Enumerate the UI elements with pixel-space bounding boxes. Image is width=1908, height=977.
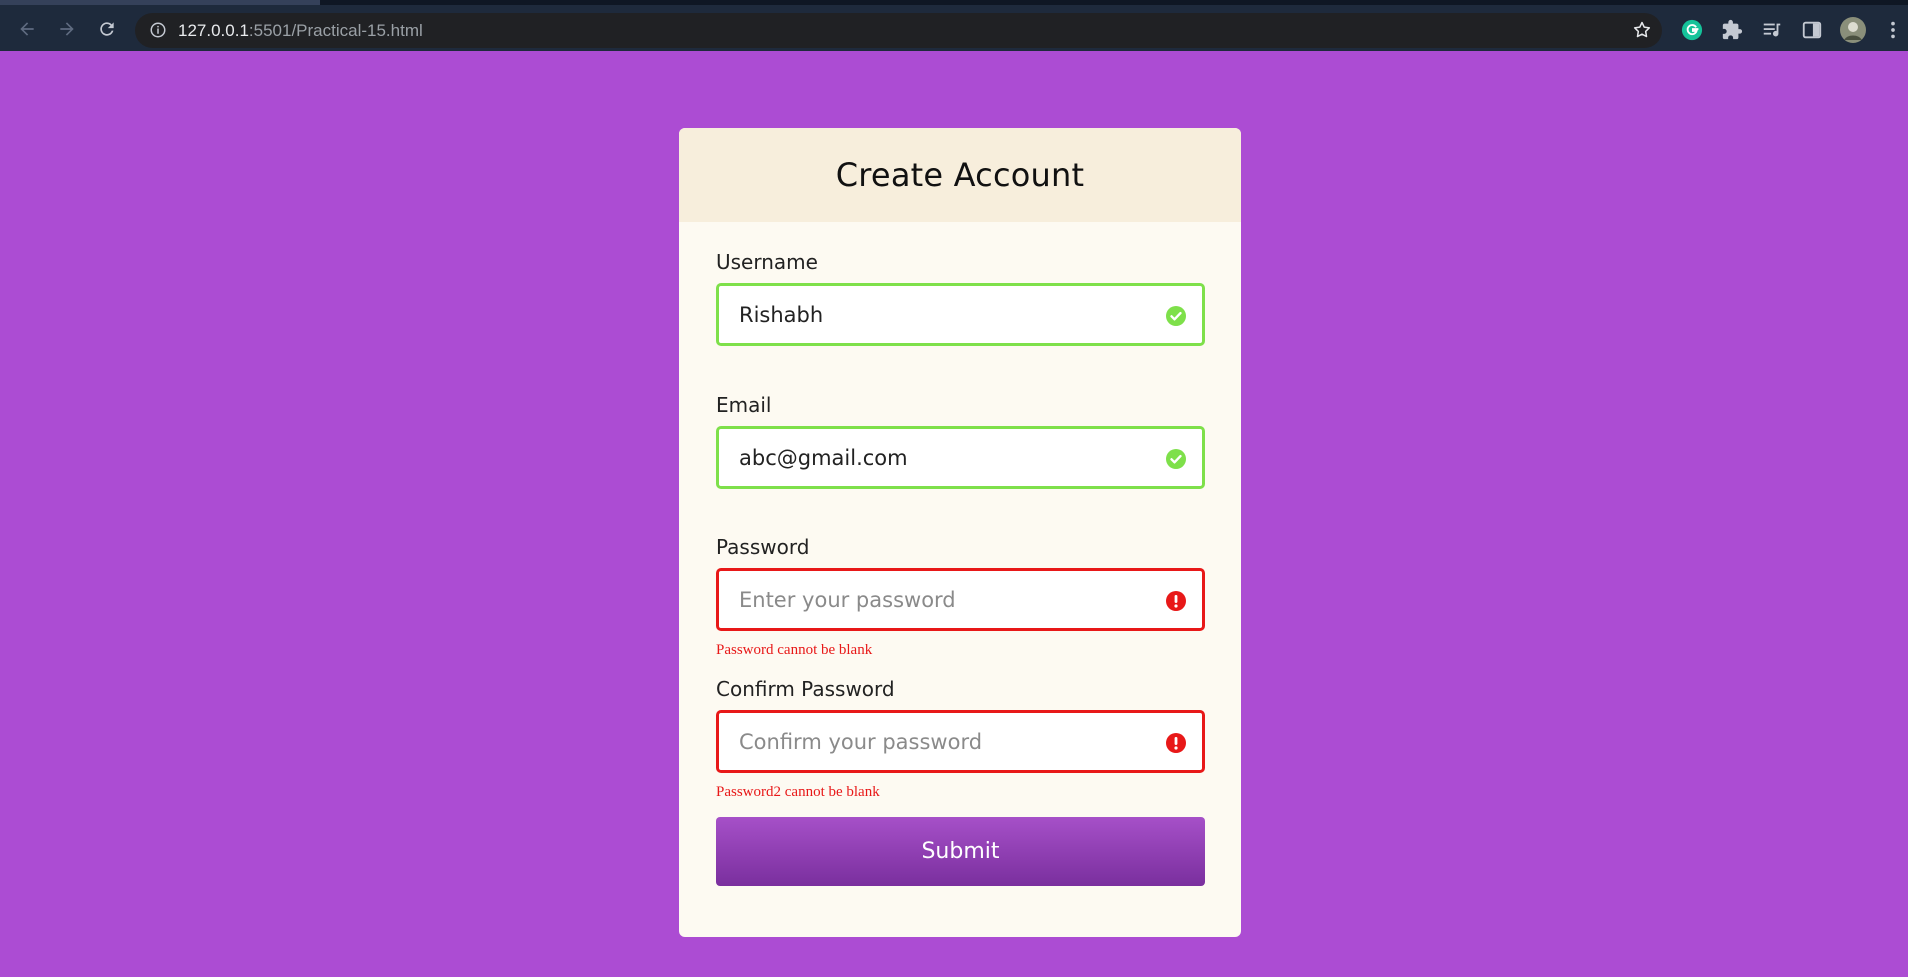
- check-circle-icon: [1166, 449, 1186, 469]
- username-label: Username: [716, 250, 818, 274]
- media-control-button[interactable]: [1759, 17, 1785, 43]
- browser-toolbar: 127.0.0.1:5501/Practical-15.html: [0, 0, 1908, 51]
- avatar-icon: [1840, 17, 1866, 43]
- side-panel-button[interactable]: [1799, 17, 1825, 43]
- extensions-button[interactable]: [1719, 17, 1745, 43]
- forward-button[interactable]: [53, 15, 81, 43]
- grammarly-extension-button[interactable]: [1679, 17, 1705, 43]
- address-bar[interactable]: 127.0.0.1:5501/Practical-15.html: [135, 13, 1662, 48]
- email-input[interactable]: [719, 429, 1202, 486]
- reload-button[interactable]: [93, 15, 121, 43]
- confirm-password-error-message: Password2 cannot be blank: [716, 784, 880, 800]
- submit-button[interactable]: Submit: [716, 817, 1205, 886]
- info-icon[interactable]: [149, 21, 167, 39]
- password-label: Password: [716, 535, 810, 559]
- profile-avatar[interactable]: [1838, 15, 1868, 45]
- arrow-right-icon: [60, 22, 74, 36]
- email-input-wrap: [716, 426, 1205, 489]
- reload-icon: [100, 22, 114, 36]
- confirm-password-field: Confirm Password Password2 cannot be bla…: [716, 677, 1205, 800]
- card-header: Create Account: [679, 128, 1241, 222]
- tab-strip: [0, 0, 320, 5]
- url-host: 127.0.0.1: [178, 21, 249, 40]
- side-panel-icon: [1802, 21, 1822, 39]
- more-vertical-icon: [1891, 21, 1895, 39]
- exclamation-circle-icon: [1166, 733, 1186, 753]
- password-input[interactable]: [719, 571, 1202, 628]
- puzzle-icon: [1722, 19, 1743, 40]
- username-input-wrap: [716, 283, 1205, 346]
- url-path: :5501/Practical-15.html: [248, 21, 423, 40]
- back-button[interactable]: [13, 15, 41, 43]
- menu-button[interactable]: [1880, 17, 1906, 43]
- check-circle-icon: [1166, 306, 1186, 326]
- page-title: Create Account: [835, 156, 1085, 194]
- email-field: Email: [716, 393, 1205, 489]
- url-text: 127.0.0.1:5501/Practical-15.html: [178, 21, 423, 41]
- playlist-icon: [1763, 23, 1781, 37]
- create-account-card: Create Account Username Email Password: [679, 128, 1241, 937]
- username-field: Username: [716, 250, 1205, 346]
- arrow-left-icon: [20, 22, 34, 36]
- star-icon[interactable]: [1632, 20, 1652, 40]
- password-error-message: Password cannot be blank: [716, 642, 873, 658]
- confirm-password-input-wrap: [716, 710, 1205, 773]
- confirm-password-label: Confirm Password: [716, 677, 895, 701]
- exclamation-circle-icon: [1166, 591, 1186, 611]
- email-label: Email: [716, 393, 772, 417]
- grammarly-icon: [1681, 19, 1703, 41]
- username-input[interactable]: [719, 286, 1202, 343]
- password-field: Password Password cannot be blank: [716, 535, 1205, 658]
- confirm-password-input[interactable]: [719, 713, 1202, 770]
- password-input-wrap: [716, 568, 1205, 631]
